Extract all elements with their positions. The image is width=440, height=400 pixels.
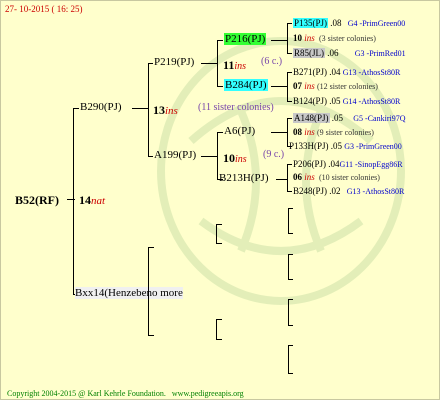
sds-colony[interactable]: A6(PJ)	[224, 125, 255, 137]
g5-colony-4[interactable]: B124(PJ) .05 G14 -AthosSt80R	[293, 96, 400, 106]
sire-sire-sister-count: (6 c.)	[261, 56, 283, 67]
g5-colony-1[interactable]: P135(PJ) .08 G4 -PrimGreen00	[293, 18, 405, 28]
sdd-colony[interactable]: B213H(PJ)	[219, 172, 269, 184]
root-name: B52(RF)	[15, 193, 59, 207]
root-colony[interactable]: B52(RF)	[15, 191, 59, 209]
g5-generation-3: 08 ins (9 sister colonies)	[293, 127, 374, 137]
g5-generation-4: 06 ins (10 sister colonies)	[293, 172, 380, 182]
g5-colony-3[interactable]: B271(PJ) .04 G13 -AthosSt80R	[293, 67, 400, 77]
g5-colony-6[interactable]: P133H(PJ) .05 G3 -PrimGreen00	[289, 141, 402, 151]
pedigree-page: 27- 10-2015 ( 16: 25) B52(RF) 14nat B290…	[0, 0, 440, 400]
footer-copyright: Copyright 2004-2015 @ Karl Kehrle Founda…	[7, 389, 244, 398]
sire-sister-count: (11 sister colonies)	[198, 102, 274, 113]
root-generation: 14nat	[79, 193, 106, 207]
footer-site-link[interactable]: www.pedigreeapis.org	[172, 389, 244, 398]
g5-colony-5[interactable]: A148(PJ) .05 G5 -Cankiri97Q	[293, 113, 405, 123]
sire-dam-colony[interactable]: A199(PJ)	[154, 149, 196, 161]
g5-generation-1: 10 ins (3 sister colonies)	[293, 33, 376, 43]
g5-generation-2: 07 ins (12 sister colonies)	[293, 81, 378, 91]
sire-colony[interactable]: B290(PJ)	[80, 101, 122, 113]
sire-dam-sister-count: (9 c.)	[263, 149, 285, 160]
date-stamp: 27- 10-2015 ( 16: 25)	[5, 4, 83, 14]
g5-colony-2[interactable]: R85(JL) .06 G3 -PrimRed01	[293, 48, 406, 58]
ssd-colony[interactable]: B284(PJ)	[224, 79, 268, 91]
sire-sire-generation: 11ins	[223, 58, 247, 72]
g5-colony-8[interactable]: B248(PJ) .02 G13 -AthosSt80R	[293, 186, 404, 196]
dam-colony[interactable]: Bxx14(Henzebeno more	[75, 287, 183, 299]
sss-colony[interactable]: P216(PJ)	[224, 33, 267, 45]
sire-sire-colony[interactable]: P219(PJ)	[154, 56, 194, 68]
sire-generation: 13ins	[153, 103, 178, 117]
g5-colony-7[interactable]: P206(PJ) .04G11 -SinopEgg86R	[293, 159, 403, 169]
sire-dam-generation: 10ins	[223, 151, 247, 165]
